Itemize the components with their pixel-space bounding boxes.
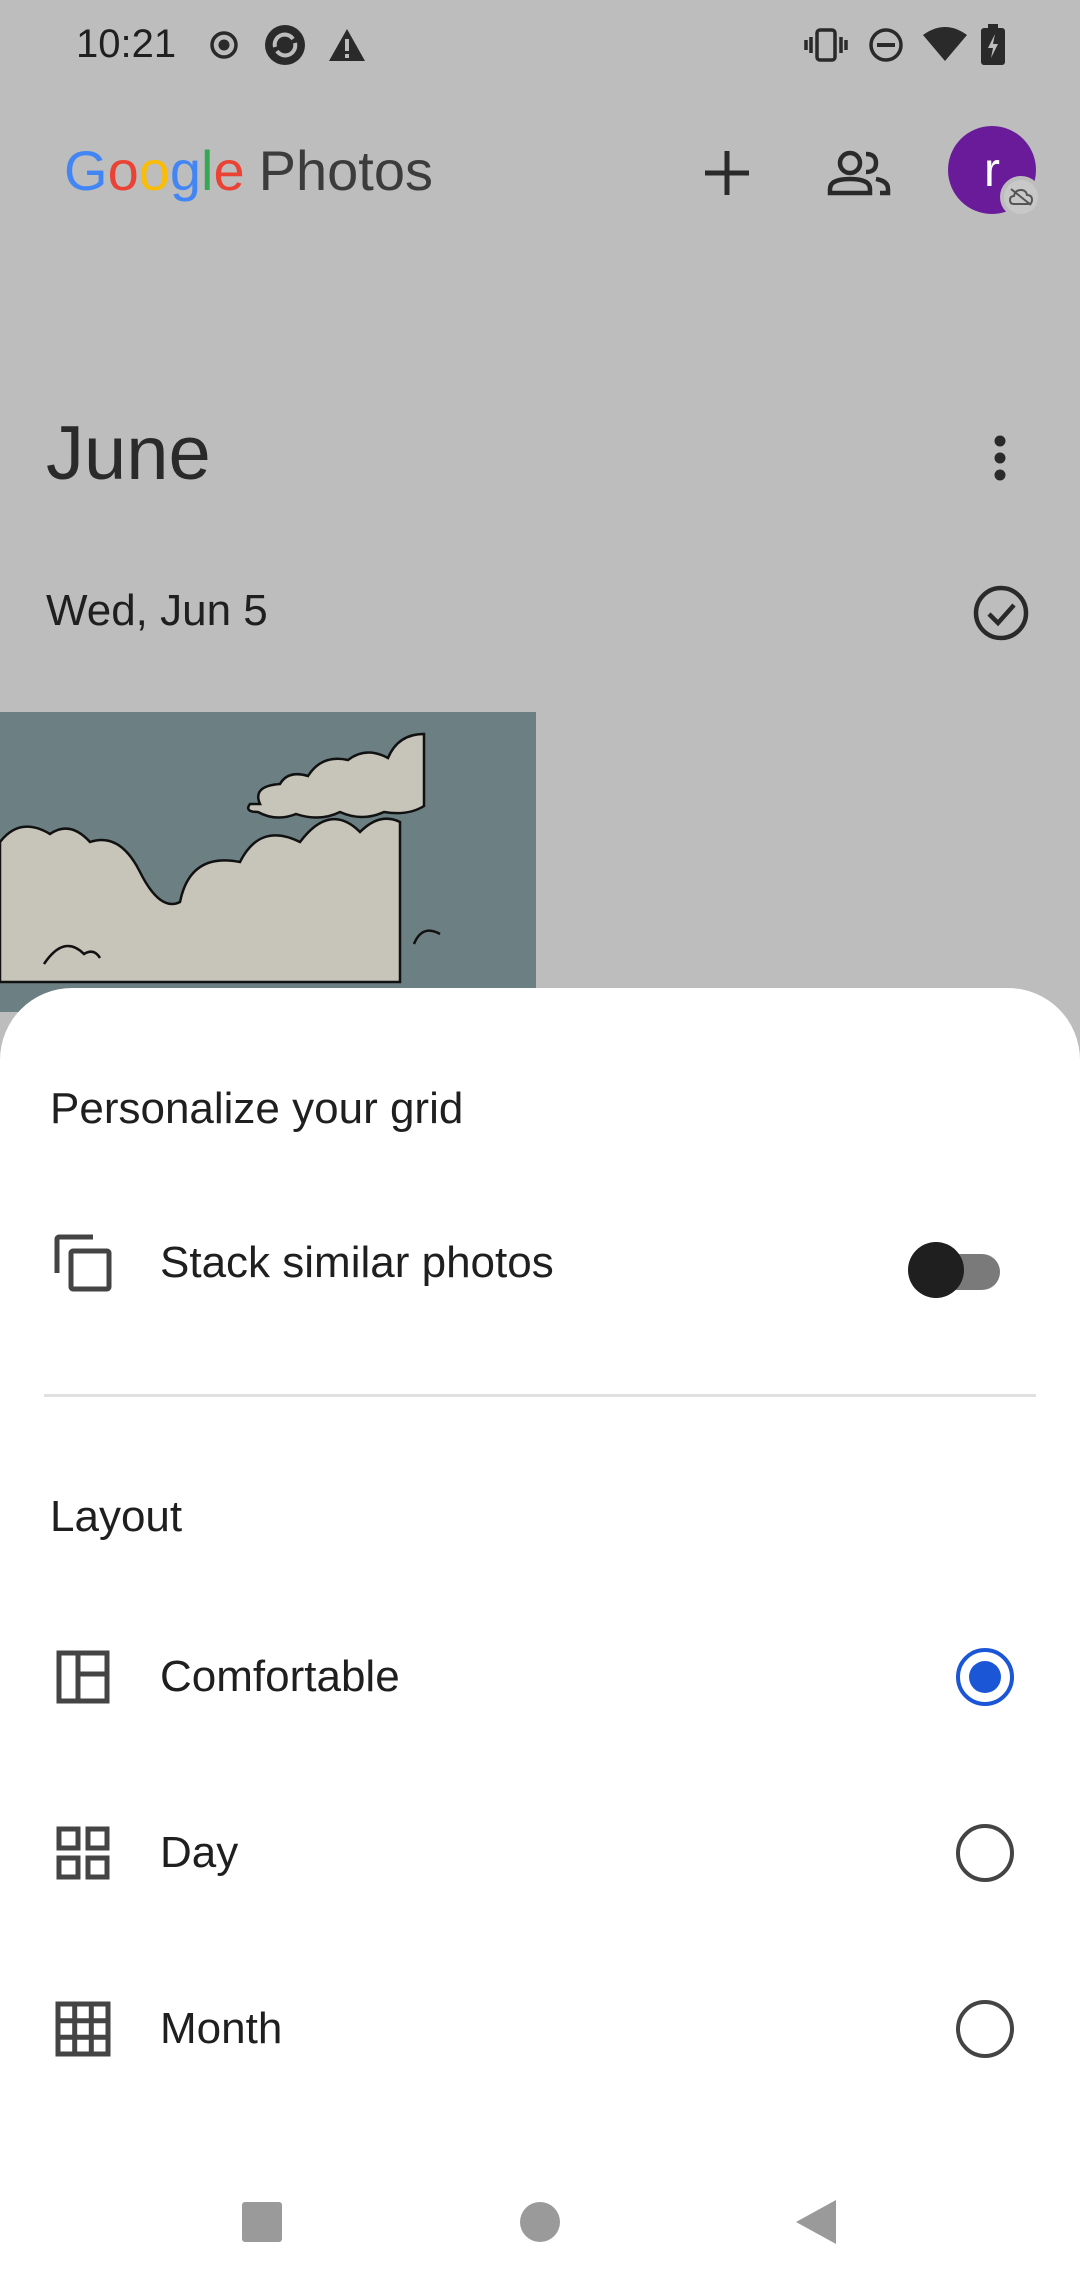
system-navigation-bar	[0, 2170, 1080, 2280]
day-grid-icon	[50, 1820, 116, 1886]
record-icon	[206, 20, 242, 70]
month-title: June	[46, 411, 211, 496]
sheet-title: Personalize your grid	[50, 1084, 464, 1133]
layout-option-day[interactable]: Day	[0, 1780, 1080, 1920]
recents-button[interactable]	[222, 2184, 302, 2264]
back-icon	[794, 2198, 838, 2251]
check-circle-icon	[972, 584, 1030, 647]
layout-option-label: Comfortable	[160, 1652, 400, 1701]
select-day-button[interactable]	[964, 578, 1038, 652]
sharing-button[interactable]	[814, 130, 904, 220]
stack-similar-photos-row[interactable]: Stack similar photos	[0, 1190, 1080, 1330]
recents-icon	[240, 2200, 284, 2249]
sync-icon	[262, 20, 308, 70]
home-button[interactable]	[500, 2184, 580, 2264]
radio-button[interactable]	[956, 2000, 1014, 2058]
toggle-thumb	[908, 1242, 964, 1298]
layout-option-month[interactable]: Month	[0, 1956, 1080, 2096]
home-icon	[518, 2200, 562, 2249]
layout-option-label: Month	[160, 2004, 283, 2053]
more-options-button[interactable]	[960, 420, 1040, 500]
layout-option-label: Day	[160, 1828, 239, 1877]
layout-option-comfortable[interactable]: Comfortable	[0, 1604, 1080, 1744]
date-label: Wed, Jun 5	[46, 586, 268, 635]
stack-similar-photos-label: Stack similar photos	[160, 1238, 554, 1287]
radio-button[interactable]	[956, 1648, 1014, 1706]
logo-photos-text: Photos	[258, 139, 433, 202]
plus-icon	[701, 147, 753, 204]
photo-thumbnail[interactable]	[0, 712, 536, 1012]
google-photos-logo: Go o g l e Photos	[64, 139, 433, 202]
layout-section-label: Layout	[50, 1492, 183, 1541]
divider	[44, 1394, 1036, 1397]
personalize-grid-sheet: Personalize your grid Stack similar phot…	[0, 988, 1080, 2280]
warning-icon	[326, 20, 368, 70]
people-icon	[826, 149, 892, 202]
cloud-off-icon	[1000, 176, 1042, 218]
back-button[interactable]	[776, 2184, 856, 2264]
do-not-disturb-icon	[866, 20, 906, 70]
battery-charging-icon	[976, 20, 1010, 70]
comfortable-layout-icon	[50, 1644, 116, 1710]
vibrate-icon	[804, 20, 848, 70]
month-grid-icon	[50, 1996, 116, 2062]
stack-similar-photos-toggle[interactable]	[908, 1240, 1004, 1298]
status-bar: 10:21	[0, 0, 1080, 90]
app-bar: Go o g l e Photos r	[0, 110, 1080, 230]
radio-button[interactable]	[956, 1824, 1014, 1882]
stack-icon	[50, 1230, 116, 1296]
more-vert-icon	[992, 435, 1008, 486]
add-button[interactable]	[682, 130, 772, 220]
wifi-icon	[920, 20, 970, 70]
status-time: 10:21	[76, 22, 177, 66]
